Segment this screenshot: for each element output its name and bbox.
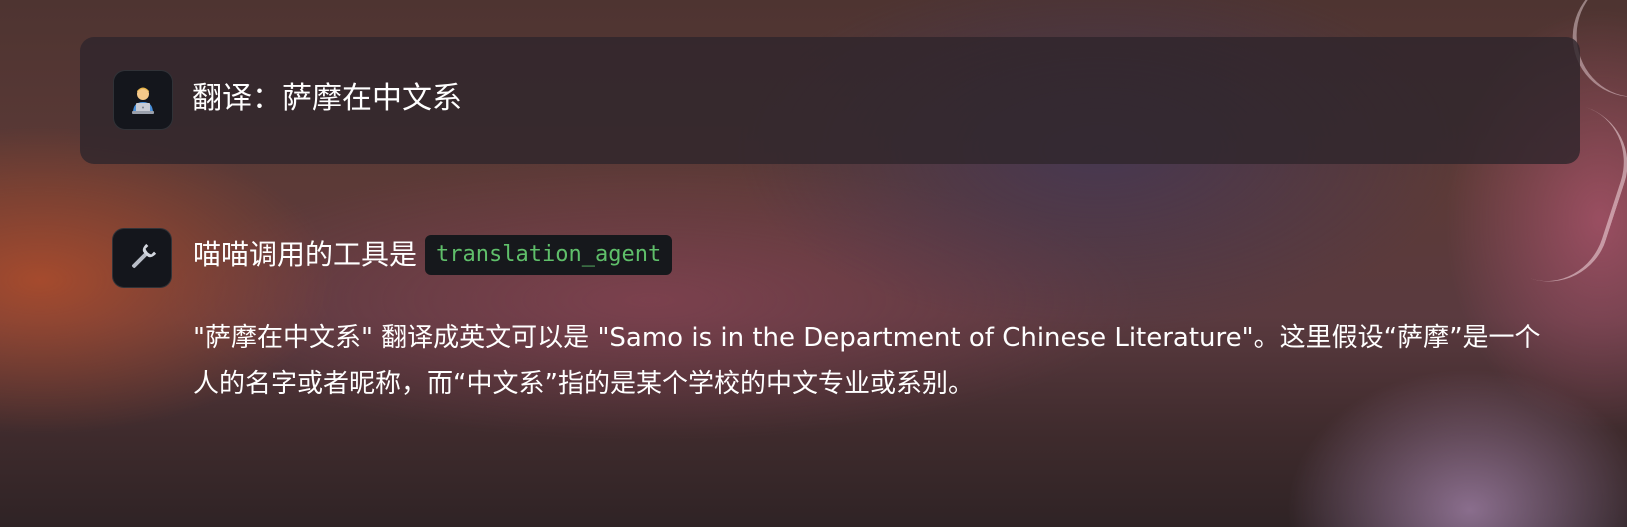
user-avatar <box>113 70 173 130</box>
tool-call-label: 喵喵调用的工具是 <box>193 238 418 271</box>
user-message: 翻译：萨摩在中文系 <box>80 37 1580 164</box>
wrench-icon <box>132 243 157 268</box>
tool-name-code: translation_agent <box>425 235 673 275</box>
assistant-avatar <box>112 228 172 288</box>
tool-call-line: 喵喵调用的工具是 translation_agent <box>193 233 673 277</box>
assistant-answer-text: "萨摩在中文系" 翻译成英文可以是 "Samo is in the Depart… <box>193 323 1541 399</box>
person-at-laptop-icon <box>132 87 154 114</box>
user-message-text: 翻译：萨摩在中文系 <box>192 81 462 116</box>
